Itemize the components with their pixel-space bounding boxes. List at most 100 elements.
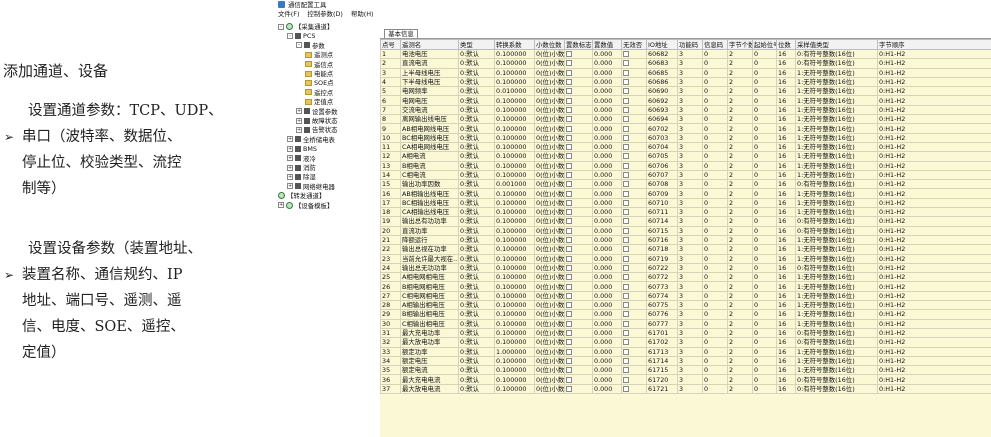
table-cell[interactable]: 36 xyxy=(380,374,401,385)
checkbox[interactable] xyxy=(566,255,572,262)
table-cell[interactable]: 0 xyxy=(702,160,728,171)
table-cell[interactable]: 10 xyxy=(380,132,401,143)
table-cell[interactable]: 16 xyxy=(776,244,796,255)
table-cell[interactable]: 0.100000 xyxy=(494,309,535,320)
table-cell[interactable]: 0 xyxy=(702,207,728,218)
table-cell[interactable]: 0 xyxy=(702,272,728,283)
table-cell[interactable]: 11 xyxy=(380,141,401,153)
tree-node[interactable]: - 【采集通道】 xyxy=(278,22,333,31)
table-cell[interactable]: 0.000 xyxy=(592,281,622,292)
table-cell[interactable]: 1:无符号整数(16位) xyxy=(795,104,878,116)
table-cell[interactable]: 18 xyxy=(380,207,401,218)
table-cell[interactable]: 0 xyxy=(702,262,728,274)
table-cell[interactable]: 4 xyxy=(380,76,401,88)
table-cell[interactable]: 0:H1-H2 xyxy=(877,309,991,320)
table-cell[interactable]: 3 xyxy=(677,281,703,292)
table-cell[interactable]: C相输出相电压 xyxy=(400,318,459,329)
table-cell[interactable]: 2 xyxy=(727,383,753,395)
expand-toggle-icon[interactable]: + xyxy=(287,155,293,162)
table-cell[interactable]: 0:H1-H2 xyxy=(877,207,991,218)
table-cell[interactable]: 0(位)小数 xyxy=(534,337,565,348)
table-cell[interactable]: 0 xyxy=(752,262,777,274)
table-cell[interactable]: 0 xyxy=(752,151,777,162)
checkbox[interactable] xyxy=(566,246,572,253)
table-cell[interactable]: 0:默认 xyxy=(458,48,495,60)
table-cell[interactable]: 60777 xyxy=(646,318,678,329)
table-cell[interactable]: 0 xyxy=(702,58,728,69)
table-cell[interactable]: 0.100000 xyxy=(494,197,535,209)
table-cell[interactable]: 0:H1-H2 xyxy=(877,179,991,190)
table-row[interactable]: 6 电网电压 0:默认 0.100000 0(位)小数 0.000 60692 3 0 2 0 16 1… xyxy=(380,95,991,106)
table-cell[interactable]: 上半母线电压 xyxy=(400,67,459,78)
expand-toggle-icon[interactable]: + xyxy=(287,164,293,171)
checkbox[interactable] xyxy=(566,172,572,178)
table-cell[interactable]: 0 xyxy=(702,132,728,143)
table-cell[interactable]: 60711 xyxy=(646,207,678,218)
table-cell[interactable]: 电池电压 xyxy=(400,48,459,60)
table-cell[interactable]: 0 xyxy=(702,355,728,367)
checkbox[interactable] xyxy=(623,97,629,104)
table-cell[interactable]: 0:H1-H2 xyxy=(877,346,991,357)
column-header[interactable]: 采样值类型 xyxy=(795,39,878,50)
table-cell[interactable]: 2 xyxy=(727,216,753,227)
table-cell[interactable]: 0:H1-H2 xyxy=(877,114,991,125)
table-cell[interactable]: 0.000 xyxy=(592,86,622,97)
table-cell[interactable]: 0(位)小数 xyxy=(534,318,565,329)
checkbox[interactable] xyxy=(566,339,572,346)
table-cell[interactable]: 16 xyxy=(776,207,796,218)
table-cell[interactable] xyxy=(621,383,647,395)
table-row[interactable]: 8 离网输出线电压 0:默认 0.100000 0(位)小数 0.000 60694 3 0 2 0… xyxy=(380,114,991,125)
table-cell[interactable]: 60707 xyxy=(646,169,678,181)
table-cell[interactable]: 0 xyxy=(702,123,728,134)
table-cell[interactable]: 0.000 xyxy=(592,95,622,106)
table-cell[interactable]: 0.100000 xyxy=(494,216,535,227)
table-cell[interactable]: 26 xyxy=(380,281,401,292)
table-cell[interactable] xyxy=(621,281,647,292)
checkbox[interactable] xyxy=(566,60,572,67)
table-cell[interactable] xyxy=(621,179,647,190)
table-cell[interactable]: 0:默认 xyxy=(458,272,495,283)
checkbox[interactable] xyxy=(623,88,629,95)
table-cell[interactable] xyxy=(564,141,593,153)
table-cell[interactable]: 0(位)小数 xyxy=(534,58,565,69)
table-cell[interactable]: 16 xyxy=(776,355,796,367)
table-cell[interactable]: 30 xyxy=(380,318,401,329)
table-cell[interactable]: 60719 xyxy=(646,253,678,264)
table-cell[interactable]: 0.000 xyxy=(592,253,622,264)
table-cell[interactable]: 0.100000 xyxy=(494,207,535,218)
tree-node[interactable]: + 消防 xyxy=(287,163,316,172)
table-cell[interactable]: 2 xyxy=(727,48,753,60)
table-cell[interactable]: 60686 xyxy=(646,76,678,88)
table-cell[interactable] xyxy=(564,318,593,329)
checkbox[interactable] xyxy=(566,79,572,86)
table-cell[interactable]: 0.000 xyxy=(592,234,622,246)
table-cell[interactable]: 60714 xyxy=(646,216,678,227)
table-cell[interactable]: 0.000 xyxy=(592,132,622,143)
table-cell[interactable]: 3 xyxy=(677,179,703,190)
table-cell[interactable]: 16 xyxy=(776,114,796,125)
table-cell[interactable] xyxy=(564,309,593,320)
table-cell[interactable] xyxy=(621,216,647,227)
checkbox[interactable] xyxy=(623,79,629,86)
checkbox[interactable] xyxy=(566,385,572,392)
table-cell[interactable]: 3 xyxy=(677,216,703,227)
table-cell[interactable] xyxy=(564,216,593,227)
column-header[interactable]: 置数值 xyxy=(592,39,622,50)
table-cell[interactable] xyxy=(564,132,593,143)
table-cell[interactable]: 0(位)小数 xyxy=(534,86,565,97)
table-cell[interactable]: 60703 xyxy=(646,132,678,143)
table-cell[interactable]: 0 xyxy=(702,281,728,292)
table-cell[interactable]: 0.000 xyxy=(592,309,622,320)
table-cell[interactable]: 0 xyxy=(702,374,728,385)
table-cell[interactable]: 3 xyxy=(677,374,703,385)
table-cell[interactable]: 16 xyxy=(776,216,796,227)
checkbox[interactable] xyxy=(566,227,572,234)
checkbox[interactable] xyxy=(623,264,629,271)
table-cell[interactable]: 0:H1-H2 xyxy=(877,197,991,209)
table-cell[interactable]: 16 xyxy=(776,123,796,134)
table-cell[interactable]: 0.000 xyxy=(592,365,622,376)
checkbox[interactable] xyxy=(566,283,572,290)
table-cell[interactable]: 0(位)小数 xyxy=(534,76,565,88)
table-cell[interactable]: 0:H1-H2 xyxy=(877,299,991,311)
table-cell[interactable]: 34 xyxy=(380,355,401,367)
